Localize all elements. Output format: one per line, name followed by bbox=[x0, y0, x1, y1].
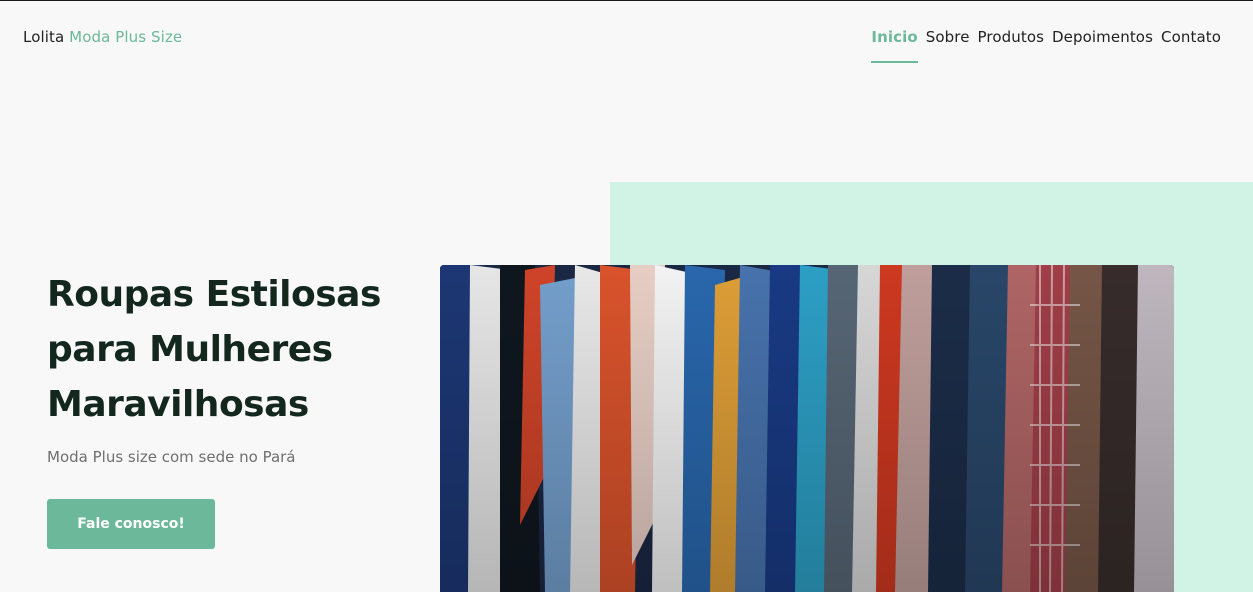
nav-item-inicio[interactable]: Inicio bbox=[871, 28, 919, 64]
hero-subtitle: Moda Plus size com sede no Pará bbox=[47, 448, 296, 466]
nav-item-sobre[interactable]: Sobre bbox=[926, 28, 970, 64]
logo-accent-text: Moda Plus Size bbox=[69, 28, 183, 46]
clothes-rack-illustration bbox=[440, 265, 1174, 592]
nav-item-depoimentos[interactable]: Depoimentos bbox=[1052, 28, 1153, 64]
logo-main-text: Lolita bbox=[23, 28, 65, 46]
hero-title: Roupas Estilosas para Mulheres Maravilho… bbox=[47, 274, 381, 425]
nav-item-contato[interactable]: Contato bbox=[1161, 28, 1221, 64]
contact-cta-button[interactable]: Fale conosco! bbox=[47, 499, 215, 549]
nav-item-produtos[interactable]: Produtos bbox=[978, 28, 1045, 64]
main-nav: Inicio Sobre Produtos Depoimentos Contat… bbox=[871, 28, 1221, 64]
site-header: Lolita Moda Plus Size Inicio Sobre Produ… bbox=[0, 1, 1253, 81]
site-logo[interactable]: Lolita Moda Plus Size bbox=[23, 28, 182, 46]
hero-image bbox=[440, 265, 1174, 592]
